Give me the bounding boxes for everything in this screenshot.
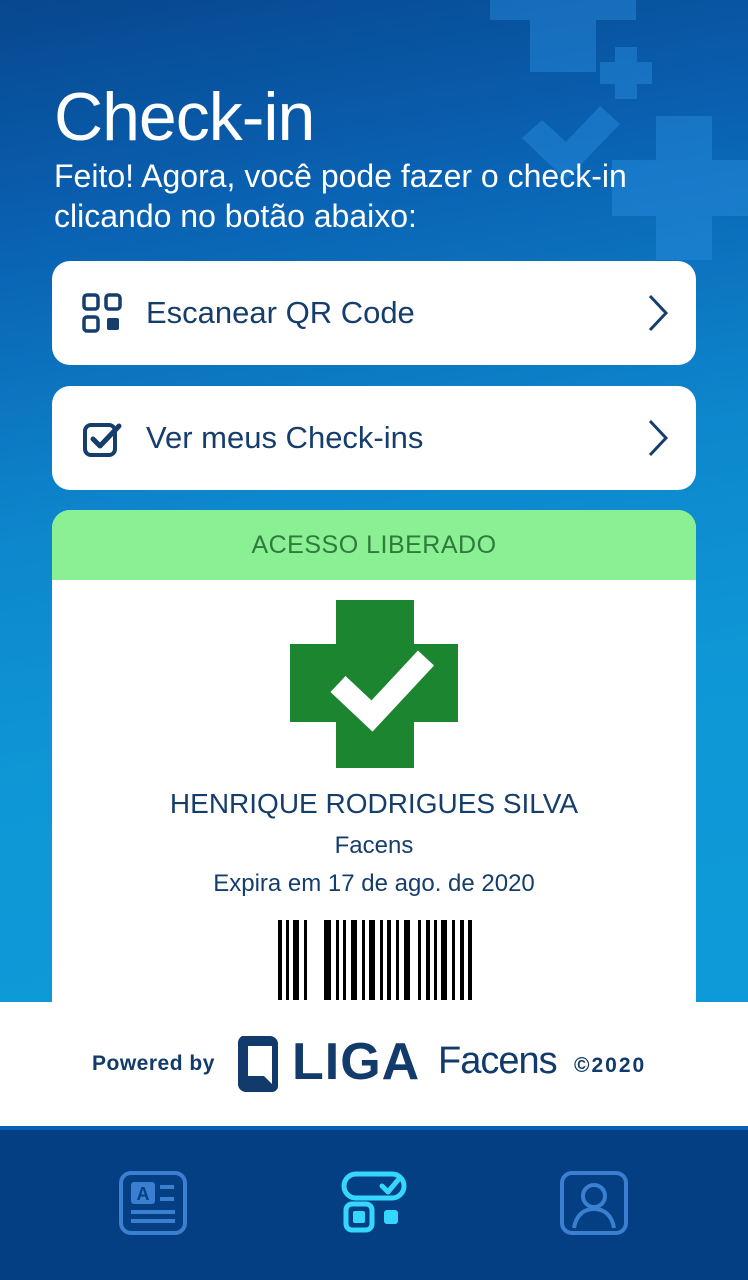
holder-institution: Facens [334,832,414,859]
liga-logo-icon [237,1036,278,1092]
access-pass-card: ACESSO LIBERADO HENRIQUE RODRIGUES SILVA… [52,510,696,1030]
facens-logo-text: Facens [438,1040,558,1082]
view-check-ins-button[interactable]: Ver meus Check-ins [52,386,696,490]
id-card-icon: A [119,1171,187,1235]
liga-logo-text: LIGA [292,1033,421,1091]
view-check-ins-label: Ver meus Check-ins [146,420,424,455]
profile-icon [560,1171,628,1235]
barcode [278,920,472,1000]
chevron-right-icon [648,294,669,332]
scan-qr-code-label: Escanear QR Code [146,295,415,330]
powered-by-label: Powered by [92,1052,215,1075]
green-cross-check-badge-icon [290,600,458,768]
check-in-icon [341,1171,407,1233]
scan-qr-code-button[interactable]: Escanear QR Code [52,261,696,365]
tab-profile[interactable] [558,1170,634,1244]
qr-code-icon [82,293,122,333]
copyright-text: ©2020 [574,1054,647,1077]
tab-check-in[interactable] [338,1170,414,1244]
chevron-right-icon [648,419,669,457]
page-subtitle: Feito! Agora, você pode fazer o check-in… [54,158,627,234]
pass-expiry: Expira em 17 de ago. de 2020 [213,870,535,897]
footer-branding: Powered by LIGA Facens ©2020 [0,1002,748,1126]
page-title: Check-in [54,79,315,155]
tab-id-card[interactable]: A [118,1170,194,1244]
checkbox-checked-icon [83,423,122,457]
bottom-tab-bar: A [0,1126,748,1280]
holder-name: HENRIQUE RODRIGUES SILVA [169,788,579,819]
svg-text:A: A [137,1184,150,1204]
access-status-banner: ACESSO LIBERADO [52,510,696,580]
